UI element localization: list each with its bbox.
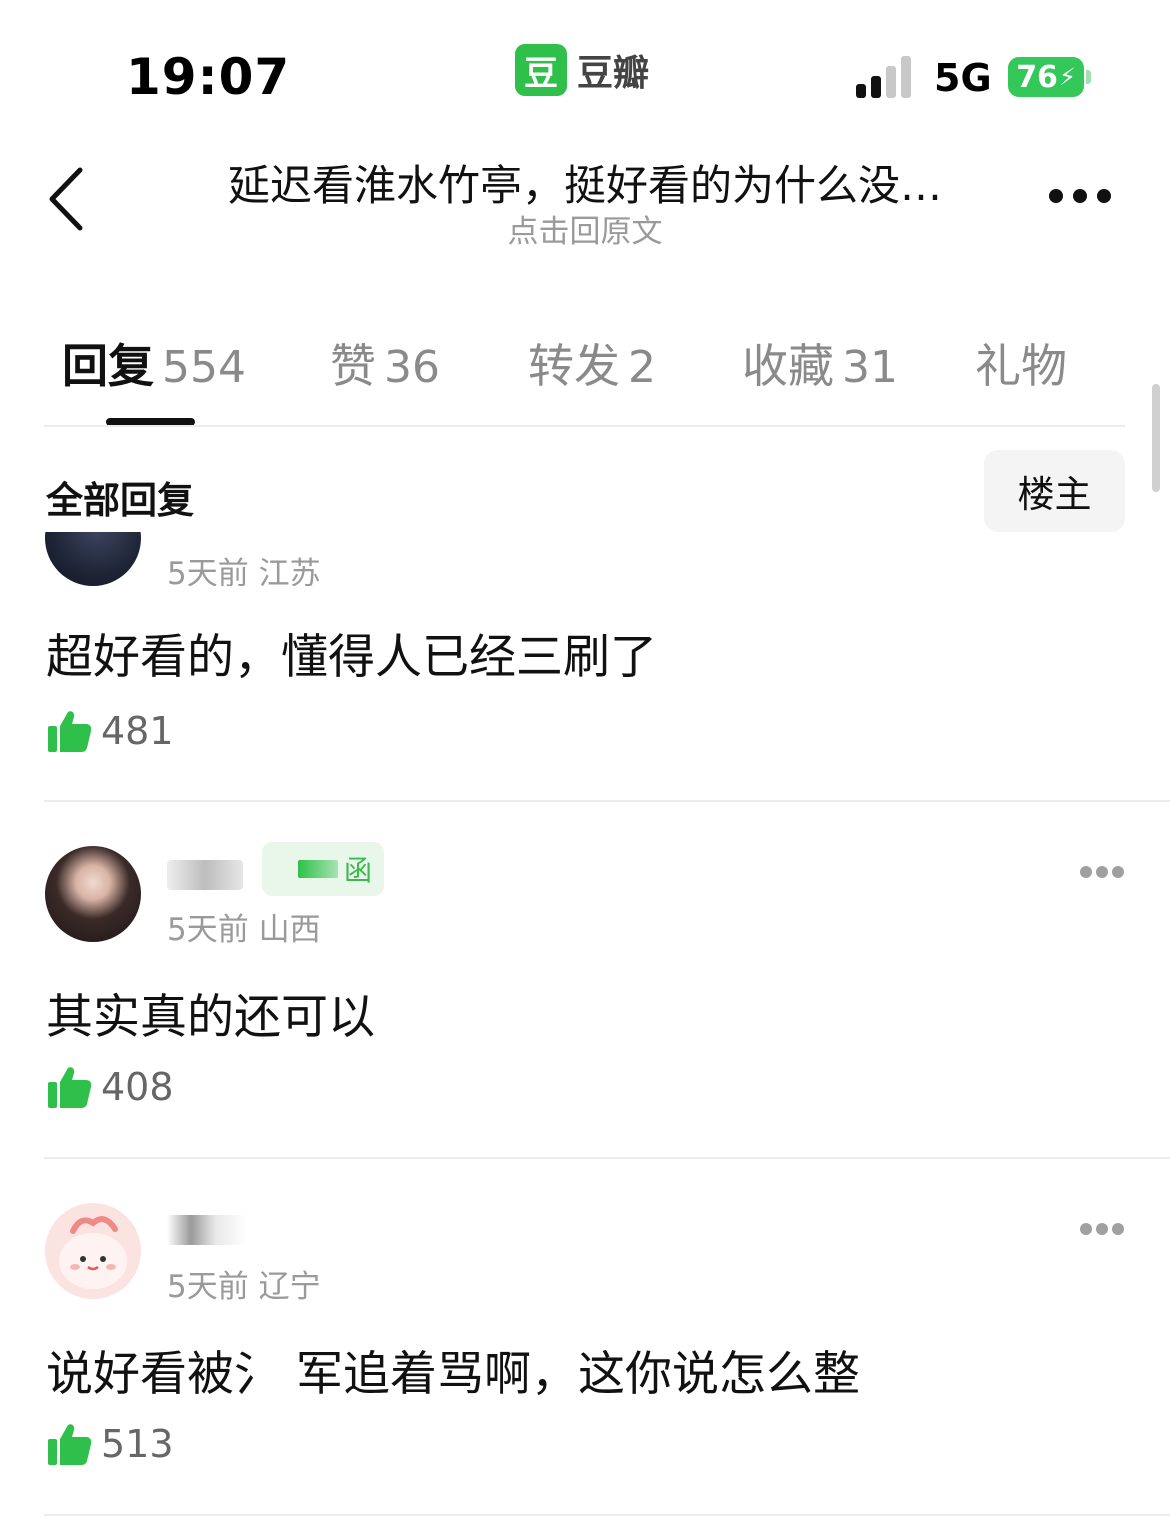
battery-tip: [1086, 70, 1091, 84]
network-type: 5G: [934, 56, 992, 100]
user-name-redacted[interactable]: [167, 860, 243, 890]
comment-divider: [44, 800, 1170, 802]
tab-replies[interactable]: 回复 554: [62, 330, 246, 396]
like-button[interactable]: 408: [46, 1064, 174, 1110]
user-name-redacted[interactable]: [167, 1215, 247, 1245]
user-badge[interactable]: 函: [262, 842, 384, 896]
like-count: 481: [101, 709, 174, 753]
like-button[interactable]: 513: [46, 1421, 174, 1467]
comment-text[interactable]: 其实真的还可以: [46, 978, 375, 1047]
comment-item: 5天前 辽宁 说好看被氵 军追着骂啊，这你说怎么整 513: [0, 1203, 1170, 1513]
tabs-divider: [44, 425, 1125, 427]
douban-logo-icon: 豆: [515, 44, 567, 96]
battery-level: 76: [1016, 59, 1058, 95]
comment-item: 5天前 江苏 超好看的，懂得人已经三刷了 481: [0, 532, 1170, 802]
tab-label: 回复: [62, 339, 154, 393]
tab-label: 收藏: [742, 339, 834, 393]
app-name: 豆瓣: [577, 53, 650, 94]
charging-bolt-icon: ⚡: [1058, 63, 1076, 91]
user-avatar[interactable]: [45, 846, 141, 942]
user-avatar[interactable]: [45, 532, 141, 586]
op-only-button[interactable]: 楼主: [984, 450, 1125, 532]
comment-meta: 5天前 江苏: [167, 556, 321, 586]
comment-header-clipped: 5天前 江苏: [0, 532, 1170, 586]
tab-count: 554: [162, 342, 246, 393]
comment-meta: 5天前 山西: [167, 912, 321, 948]
comment-meta: 5天前 辽宁: [167, 1269, 321, 1305]
tab-bar: 回复 554 赞 36 转发 2 收藏 31 礼物: [0, 330, 1170, 426]
more-options-icon[interactable]: [1044, 186, 1116, 210]
comment-more-icon[interactable]: [1080, 1223, 1124, 1235]
tab-reposts[interactable]: 转发 2: [528, 330, 656, 396]
status-bar: 19:07 豆 豆瓣 5G 76 ⚡: [0, 0, 1170, 130]
tab-gifts[interactable]: 礼物: [975, 330, 1067, 396]
badge-redacted: [297, 860, 338, 878]
status-time: 19:07: [126, 48, 291, 106]
thumbs-up-icon: [48, 1067, 92, 1108]
tab-collections[interactable]: 收藏 31: [742, 330, 898, 396]
like-count: 408: [101, 1065, 174, 1109]
battery-icon: 76 ⚡: [1008, 57, 1084, 97]
badge-text: 函: [343, 854, 372, 887]
tab-label: 赞: [330, 339, 376, 393]
like-button[interactable]: 481: [46, 708, 174, 754]
comment-divider: [44, 1157, 1170, 1159]
tab-likes[interactable]: 赞 36: [330, 330, 440, 396]
app-indicator[interactable]: 豆 豆瓣: [515, 44, 649, 96]
all-replies-label: 全部回复: [46, 479, 194, 522]
cellular-signal-icon: [856, 56, 916, 98]
tab-count: 36: [384, 342, 440, 393]
comment-item: 函 5天前 山西 其实真的还可以 408: [0, 842, 1170, 1156]
comment-text[interactable]: 说好看被氵 军追着骂啊，这你说怎么整: [46, 1335, 860, 1404]
tab-label: 礼物: [975, 339, 1067, 393]
like-count: 513: [101, 1422, 174, 1466]
scrollbar[interactable]: [1152, 384, 1160, 492]
back-chevron-icon[interactable]: [44, 162, 100, 238]
comment-divider: [44, 1514, 1170, 1516]
comment-text[interactable]: 超好看的，懂得人已经三刷了: [46, 618, 657, 687]
thumbs-up-icon: [48, 1424, 92, 1465]
tab-count: 31: [842, 342, 898, 393]
cartoon-avatar-icon[interactable]: [45, 1203, 141, 1299]
tab-label: 转发: [528, 339, 620, 393]
back-to-original-link[interactable]: 点击回原文: [140, 206, 1030, 251]
tab-count: 2: [628, 342, 656, 393]
thumbs-up-icon: [48, 711, 92, 752]
comment-more-icon[interactable]: [1080, 866, 1124, 878]
post-title[interactable]: 延迟看淮水竹亭，挺好看的为什么没…: [140, 152, 1030, 213]
